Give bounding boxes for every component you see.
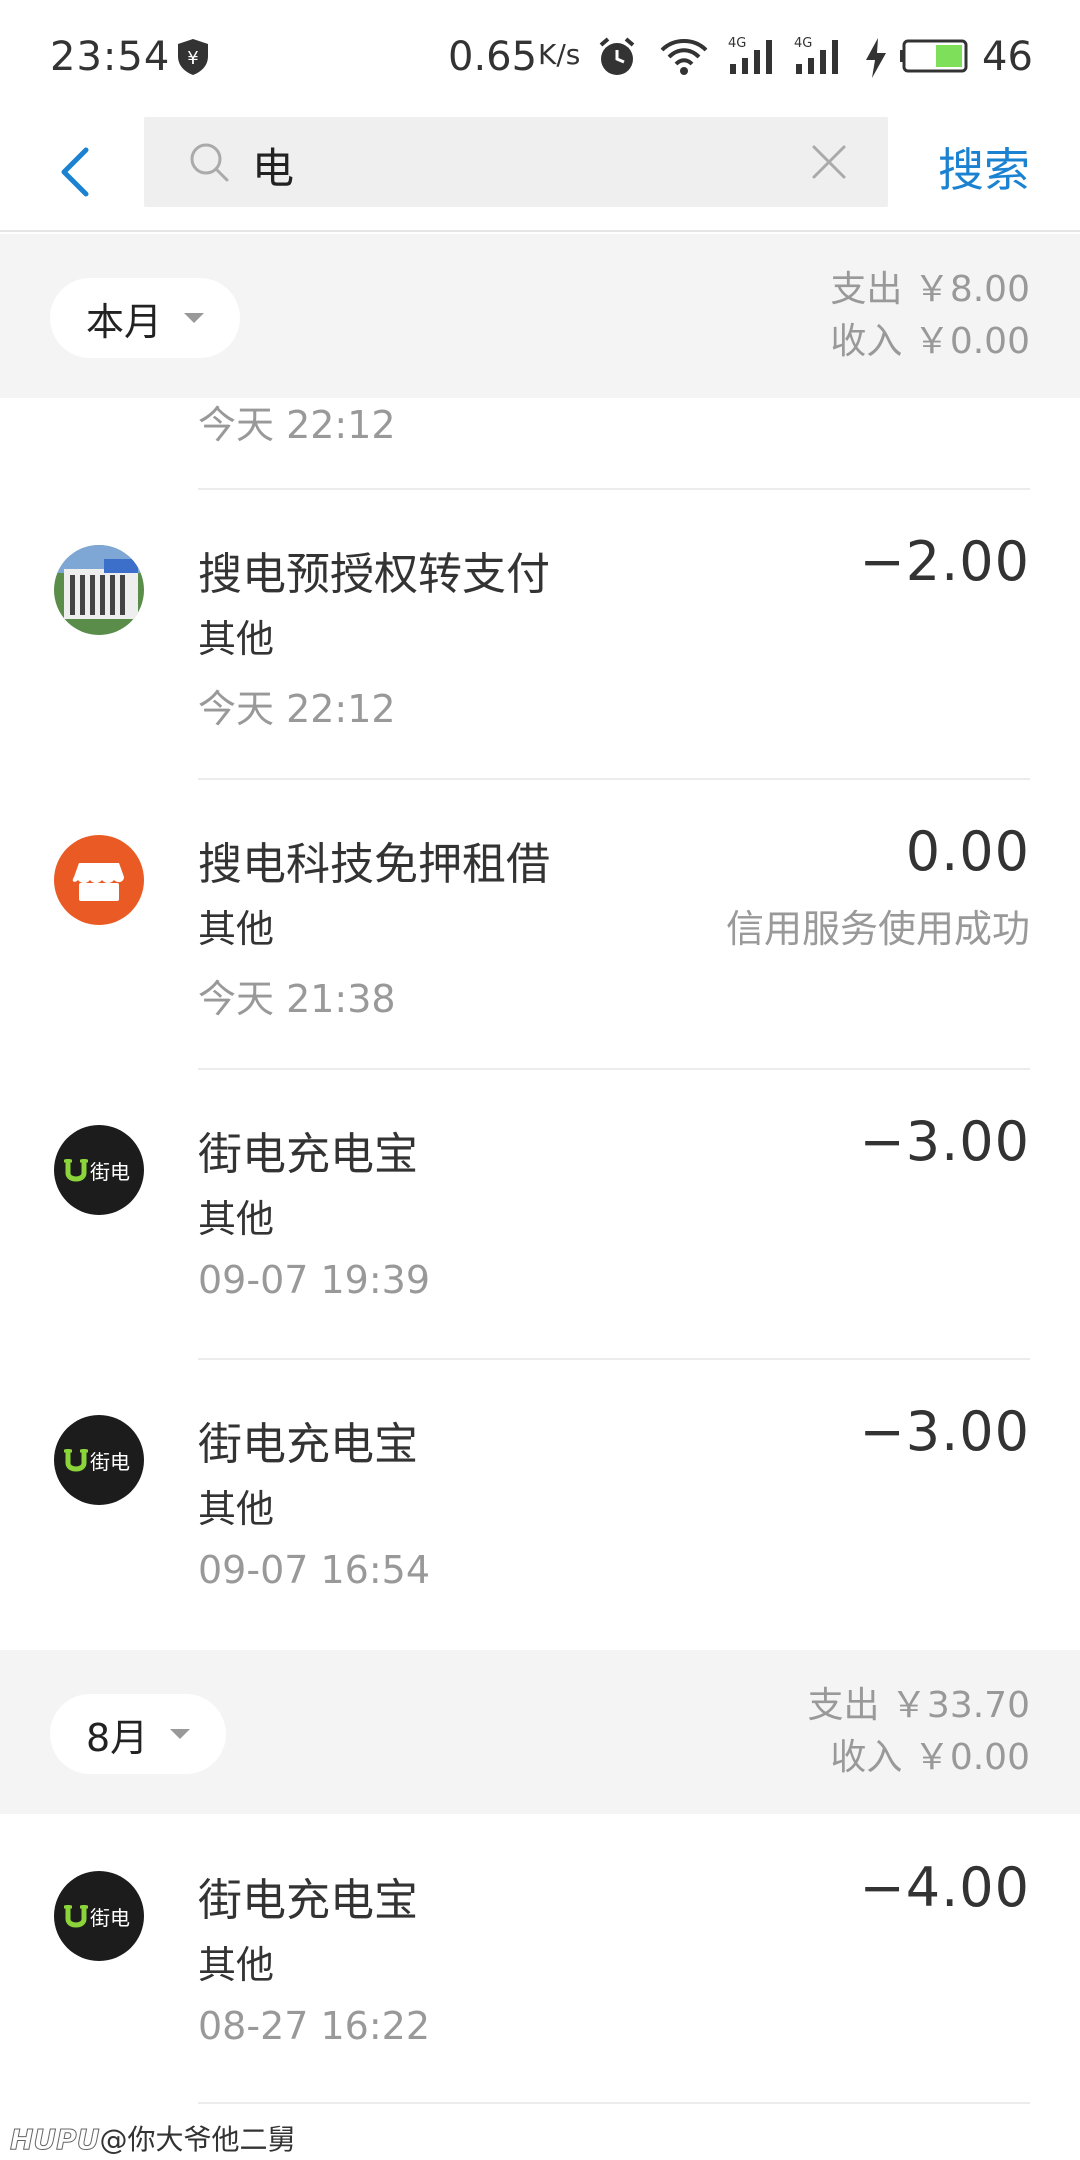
- watermark-brand: HUPU: [9, 2123, 100, 2157]
- transaction-amount: −4.00: [859, 1856, 1030, 1919]
- jiedian-logo: 街电: [54, 1871, 144, 1961]
- divider: [198, 2102, 1030, 2104]
- caret-down-icon: [184, 313, 205, 323]
- transaction-category: 其他: [198, 617, 275, 661]
- transaction-name: 街电充电宝: [198, 1875, 418, 1926]
- svg-text:4G: 4G: [794, 36, 812, 51]
- month-label: 本月: [86, 299, 163, 344]
- store-icon: [54, 835, 144, 925]
- transaction-time: 今天 22:12: [198, 687, 396, 731]
- transaction-time: 今天 22:12: [198, 403, 396, 447]
- status-time: 23:54: [50, 34, 171, 80]
- transaction-category: 其他: [198, 1197, 275, 1241]
- transaction-name: 街电充电宝: [198, 1129, 418, 1180]
- divider: [198, 778, 1030, 780]
- search-query[interactable]: 电: [252, 135, 294, 196]
- month-header: 8月 支出 ￥33.70 收入 ￥0.00: [0, 1650, 1080, 1814]
- divider: [198, 488, 1030, 490]
- transaction-row[interactable]: 搜电科技免押租借 其他 今天 21:38 0.00 信用服务使用成功: [0, 778, 1080, 1068]
- battery-level: 46: [982, 34, 1033, 80]
- transaction-note: 信用服务使用成功: [725, 907, 1030, 951]
- charging-icon: [866, 38, 886, 78]
- svg-text:街电: 街电: [90, 1160, 130, 1184]
- transaction-row[interactable]: 搜电预授权转支付 其他 今天 22:12 −2.00: [0, 488, 1080, 778]
- transaction-time: 09-07 19:39: [198, 1258, 431, 1302]
- month-totals: 支出 ￥8.00 收入 ￥0.00: [830, 264, 1030, 368]
- transaction-row[interactable]: 街电 街电充电宝 其他 09-07 19:39 −3.00: [0, 1068, 1080, 1358]
- jiedian-logo: 街电: [54, 1125, 144, 1215]
- wifi-icon: [660, 39, 708, 75]
- transaction-row[interactable]: 街电 街电充电宝 其他 09-07 16:54 −3.00: [0, 1358, 1080, 1648]
- month-income: 收入 ￥0.00: [830, 1737, 1030, 1778]
- transaction-name: 搜电预授权转支付: [198, 549, 550, 600]
- svg-text:4G: 4G: [728, 36, 746, 51]
- transaction-time: 08-27 16:22: [198, 2004, 431, 2048]
- month-label: 8月: [86, 1715, 149, 1760]
- transaction-amount: −3.00: [859, 1400, 1030, 1463]
- month-expense: 支出 ￥8.00: [830, 269, 1030, 310]
- caret-down-icon: [170, 1729, 191, 1739]
- month-income: 收入 ￥0.00: [830, 321, 1030, 362]
- divider: [198, 1358, 1030, 1360]
- signal-4g-icon: 4G: [794, 36, 838, 74]
- battery-icon: [900, 39, 968, 73]
- svg-text:¥: ¥: [187, 48, 198, 69]
- transaction-time: 09-07 16:54: [198, 1548, 431, 1592]
- search-button[interactable]: 搜索: [938, 134, 1030, 200]
- back-button[interactable]: [44, 134, 104, 210]
- month-filter-button[interactable]: 8月: [50, 1694, 227, 1774]
- month-filter-button[interactable]: 本月: [50, 278, 241, 358]
- month-expense: 支出 ￥33.70: [807, 1685, 1030, 1726]
- status-bar: 23:54 ¥ 0.65 K/s 4G 4G 46: [0, 0, 1080, 112]
- signal-4g-icon: 4G: [728, 36, 772, 74]
- transaction-amount: 0.00: [905, 820, 1030, 883]
- chevron-left-icon: [61, 147, 89, 197]
- search-input[interactable]: 电: [144, 117, 888, 207]
- net-speed: 0.65: [448, 34, 538, 80]
- search-header: 电 搜索: [0, 112, 1080, 232]
- shield-yen-icon: ¥: [178, 39, 208, 75]
- watermark-user: @你大爷他二舅: [99, 2123, 296, 2156]
- transaction-category: 其他: [198, 907, 275, 951]
- month-totals: 支出 ￥33.70 收入 ￥0.00: [807, 1680, 1030, 1784]
- photo-avatar: [54, 545, 144, 635]
- svg-text:街电: 街电: [90, 1906, 130, 1930]
- net-speed-unit: K/s: [538, 38, 581, 71]
- alarm-icon: [599, 37, 635, 75]
- transaction-amount: −3.00: [859, 1110, 1030, 1173]
- transaction-name: 搜电科技免押租借: [198, 839, 550, 890]
- close-icon[interactable]: [806, 139, 852, 185]
- jiedian-logo: 街电: [54, 1415, 144, 1505]
- search-icon: [190, 143, 229, 182]
- transaction-time: 今天 21:38: [198, 977, 396, 1021]
- month-header: 本月 支出 ￥8.00 收入 ￥0.00: [0, 234, 1080, 398]
- transaction-category: 其他: [198, 1943, 275, 1987]
- transaction-amount: −2.00: [859, 530, 1030, 593]
- transaction-category: 其他: [198, 1487, 275, 1531]
- transaction-name: 街电充电宝: [198, 1419, 418, 1470]
- transaction-row[interactable]: 街电 街电充电宝 其他 08-27 16:22 −4.00: [0, 1814, 1080, 2104]
- watermark: HUPU@你大爷他二舅: [9, 2118, 296, 2158]
- svg-text:街电: 街电: [90, 1450, 130, 1474]
- divider: [198, 1068, 1030, 1070]
